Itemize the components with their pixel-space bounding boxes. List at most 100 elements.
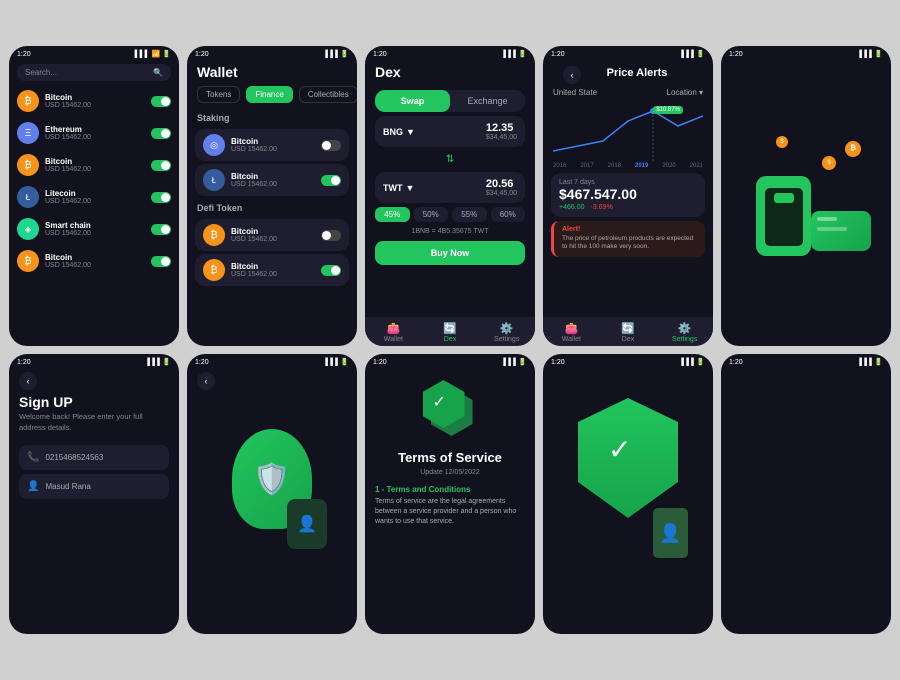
token-info-6: Bitcoin USD 15462.00 [45,253,145,269]
dex-label-4: Dex [622,336,634,343]
check-mark-icon: ✓ [433,392,446,412]
back-button-4[interactable]: ‹ [563,66,581,84]
coin-3: $ [776,136,788,148]
status-bar-10: 1:20 ▌▌▌🔋 [721,354,891,368]
nav-wallet[interactable]: 👛 Wallet [365,322,422,343]
exchange-button[interactable]: Exchange [450,90,525,112]
staking-label: Staking [187,109,357,126]
dex-nav-icon: 🔄 [443,322,457,335]
status-icons-10: ▌▌▌🔋 [859,358,883,366]
phone-extra1: 1:20 ▌▌▌🔋 ✓ 👤 [543,354,713,634]
token-item-smartchain[interactable]: ◈ Smart chain USD 15462.00 [9,213,179,245]
search-icon: 🔍 [153,68,163,77]
toggle-defi-2[interactable] [321,265,341,276]
token-item-ethereum[interactable]: Ξ Ethereum USD 15462.00 [9,117,179,149]
back-button-6[interactable]: ‹ [19,372,37,390]
search-bar[interactable]: Search... 🔍 [17,64,171,81]
token-item-bitcoin1[interactable]: ₿ Bitcoin USD 15462.00 [9,85,179,117]
nav-dex-4[interactable]: 🔄 Dex [600,322,657,343]
dex-nav-label: Dex [444,336,456,343]
token-item-litecoin[interactable]: Ł Litecoin USD 15462.00 [9,181,179,213]
btc-icon-2: ₿ [17,154,39,176]
defi-info-1: Bitcoin USD 15462.00 [231,227,315,243]
tab-row: Tokens Finance Collectibles [187,86,357,109]
toggle-bitcoin3[interactable] [151,256,171,267]
buy-button[interactable]: Buy Now [375,241,525,265]
token-info-3: Bitcoin USD 15462.00 [45,157,145,173]
swap-arrows-icon[interactable]: ⇅ [365,151,535,168]
alert-card: Alert! The price of petroleum products a… [551,221,705,257]
nav-settings-4[interactable]: ⚙️ Settings [656,322,713,343]
status-icons-4: ▌▌▌🔋 [681,50,705,58]
time-7: 1:20 [195,359,209,366]
toggle-bitcoin2[interactable] [151,160,171,171]
shield-icons: ✓ [423,380,478,440]
token-info-1: Bitcoin USD 15462.00 [45,93,145,109]
from-pair: BNG ▼ 12.35 $34,45,00 [383,122,517,141]
person-icon: 👤 [27,481,39,492]
defi-item-2[interactable]: ₿ Bitcoin USD 15462.00 [195,254,349,286]
toggle-litecoin[interactable] [151,192,171,203]
toggle-smartchain[interactable] [151,224,171,235]
ltc-icon: Ł [17,186,39,208]
tab-collectibles[interactable]: Collectibles [299,86,357,103]
staking-item-1[interactable]: ◎ Bitcoin USD 15462.00 [195,129,349,161]
stats-period: Last 7 days [559,179,697,186]
pct-60[interactable]: 60% [491,207,526,222]
pct-50[interactable]: 50% [414,207,449,222]
nav-wallet-4[interactable]: 👛 Wallet [543,322,600,343]
token-item-bitcoin3[interactable]: ₿ Bitcoin USD 15462.00 [9,245,179,277]
splash-illustration: ₿ $ $ [741,136,871,256]
staking-item-2[interactable]: Ł Bitcoin USD 15462.00 [195,164,349,196]
back-button-7[interactable]: ‹ [197,372,215,390]
from-token[interactable]: BNG ▼ [383,127,415,137]
from-chevron-icon: ▼ [406,127,415,137]
phone-value: 0215468524563 [45,453,103,462]
toggle-ethereum[interactable] [151,128,171,139]
status-icons-7: ▌▌▌🔋 [325,358,349,366]
time-6: 1:20 [17,359,31,366]
swap-exchange-row: Swap Exchange [375,90,525,112]
token-item-bitcoin2[interactable]: ₿ Bitcoin USD 15462.00 [9,149,179,181]
phone-tos: 1:20 ▌▌▌🔋 ✓ Terms of Service Update 12/0… [365,354,535,634]
eth-icon: Ξ [17,122,39,144]
defi-icon-2: ₿ [203,259,225,281]
name-input-field[interactable]: 👤 Masud Rana [19,474,169,499]
dex-icon-4: 🔄 [621,322,635,335]
alert-text: The price of petroleum products are expe… [562,235,697,252]
tab-tokens[interactable]: Tokens [197,86,240,103]
phone-icon: 📞 [27,452,39,463]
to-card: TWT ▼ 20.56 $34,45,00 [375,172,525,203]
phone-token-list: 1:20 ▌▌▌📶🔋 Search... 🔍 ₿ Bitcoin USD 154… [9,46,179,346]
toggle-staking-2[interactable] [321,175,341,186]
status-bar-5: 1:20 ▌▌▌🔋 [721,46,891,60]
status-bar-2: 1:20 ▌▌▌🔋 [187,46,357,60]
tos-section1-title: 1 - Terms and Conditions [365,482,535,497]
phone-input-field[interactable]: 📞 0215468524563 [19,445,169,470]
toggle-staking-1[interactable] [321,140,341,151]
splash-content: ₿ $ $ [721,60,891,346]
pct-55[interactable]: 55% [452,207,487,222]
tos-icon-area: ✓ [365,368,535,446]
chart-tooltip: $10.87% [653,106,683,114]
screen-detail [774,193,794,203]
time-9: 1:20 [551,359,565,366]
tab-finance[interactable]: Finance [246,86,292,103]
status-bar-7: 1:20 ▌▌▌🔋 [187,354,357,368]
toggle-defi-1[interactable] [321,230,341,241]
to-token[interactable]: TWT ▼ [383,183,414,193]
card-line2 [817,227,847,231]
swap-button[interactable]: Swap [375,90,450,112]
phone-splash: 1:20 ▌▌▌🔋 ₿ $ $ [721,46,891,346]
toggle-bitcoin1[interactable] [151,96,171,107]
token-info-5: Smart chain USD 15462.00 [45,221,145,237]
location-dropdown[interactable]: Location ▾ [667,88,703,97]
nav-dex[interactable]: 🔄 Dex [422,322,479,343]
wallet-label-4: Wallet [562,336,581,343]
defi-item-1[interactable]: ₿ Bitcoin USD 15462.00 [195,219,349,251]
status-icons-3: ▌▌▌🔋 [503,50,527,58]
status-bar-3: 1:20 ▌▌▌🔋 [365,46,535,60]
pct-45[interactable]: 45% [375,207,410,222]
phone-signup-illus: 1:20 ▌▌▌🔋 ‹ 🛡️ 👤 [187,354,357,634]
nav-settings[interactable]: ⚙️ Settings [478,322,535,343]
